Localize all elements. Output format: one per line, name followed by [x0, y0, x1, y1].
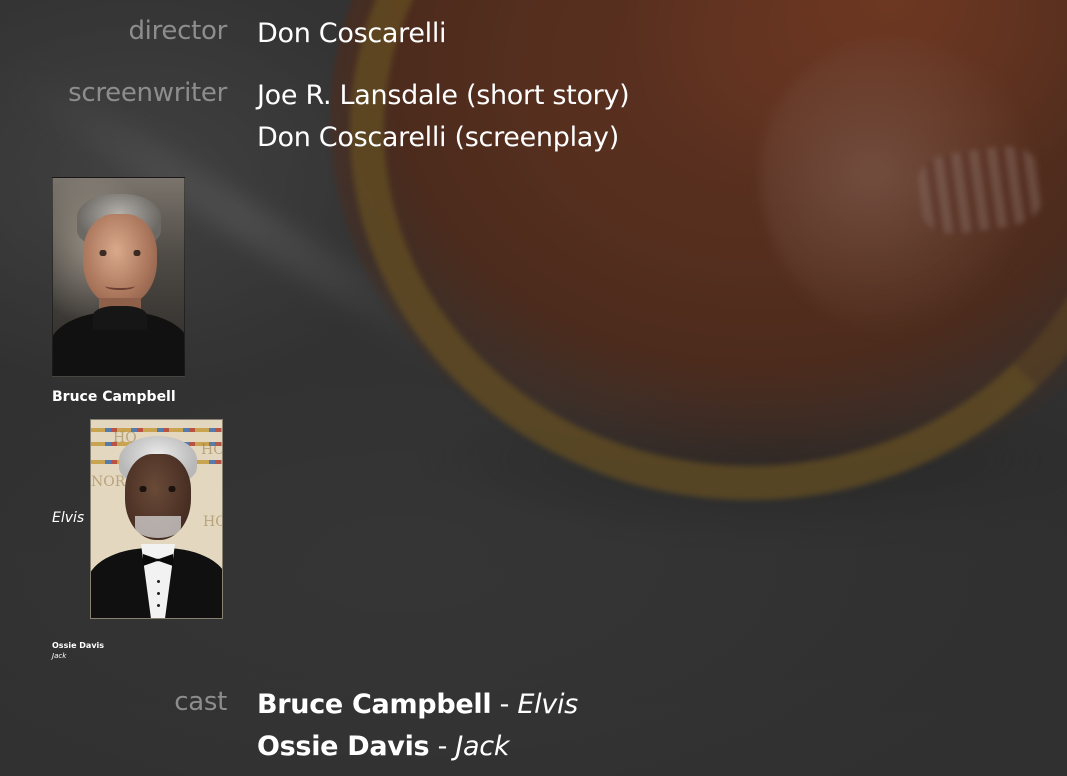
cast-role-name: Jack	[455, 731, 510, 762]
cast-actor-name: Bruce Campbell	[257, 689, 492, 720]
actor-headshot-photo	[52, 177, 185, 377]
movie-details-page: director Don Coscarelli screenwriter Joe…	[0, 0, 1067, 776]
cast-values: Bruce Campbell - Elvis Ossie Davis - Jac…	[257, 684, 578, 768]
cast-label: cast	[174, 687, 227, 717]
screenwriter-values: Joe R. Lansdale (short story) Don Coscar…	[257, 75, 630, 159]
screenwriter-name[interactable]: Don Coscarelli (screenplay)	[257, 117, 629, 159]
cast-separator: -	[437, 731, 448, 762]
cast-card-ossie-davis[interactable]: HO HO NOR HO Ossie Davis Jack	[52, 419, 224, 665]
director-name[interactable]: Don Coscarelli	[257, 13, 447, 55]
screenwriter-name[interactable]: Joe R. Lansdale (short story)	[257, 75, 630, 117]
cast-card-bruce-campbell[interactable]: Bruce Campbell	[52, 177, 192, 409]
cast-card-name: Ossie Davis	[52, 641, 105, 650]
director-label: director	[128, 16, 227, 46]
cast-list-item[interactable]: Bruce Campbell - Elvis	[257, 684, 578, 726]
director-values: Don Coscarelli	[257, 13, 447, 55]
cast-separator: -	[499, 689, 510, 720]
actor-headshot-photo: HO HO NOR HO	[90, 419, 223, 619]
cast-card-name: Bruce Campbell	[52, 389, 176, 405]
cast-card-role: Jack	[52, 652, 67, 660]
cast-role-name: Elvis	[517, 689, 578, 720]
cast-actor-name: Ossie Davis	[257, 731, 430, 762]
cast-list-item[interactable]: Ossie Davis - Jack	[257, 726, 578, 768]
screenwriter-label: screenwriter	[68, 78, 227, 108]
